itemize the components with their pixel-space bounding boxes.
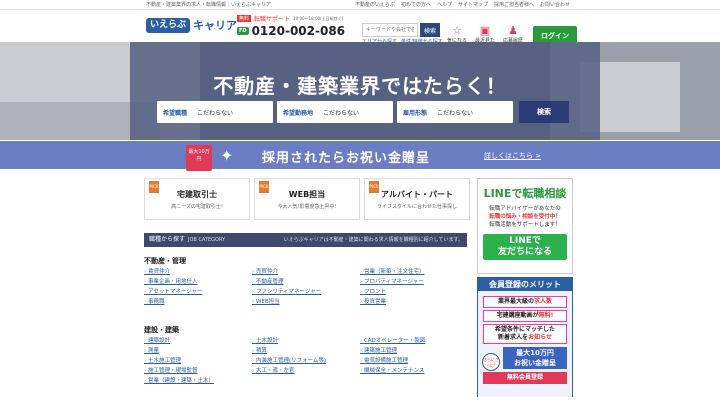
logo[interactable]: いえらぶ キャリア	[146, 17, 237, 33]
support-tel[interactable]: 0120-002-086	[252, 24, 345, 38]
hero-title: 不動産・建築業界ではたらく！	[213, 74, 507, 98]
job-link[interactable]: 土木設計	[252, 336, 360, 344]
search-input[interactable]	[362, 23, 418, 37]
header: いえらぶ キャリア 無料 転職サポート 10:00〜18:00(土日祝除く) FD 0…	[0, 10, 720, 51]
job-link[interactable]: 営業（建設・建築・土木）	[144, 376, 252, 384]
top-link-first[interactable]: 初めての方へ	[401, 0, 431, 10]
job-link[interactable]: ファシリティマネージャー	[252, 287, 360, 295]
top-link-help[interactable]: ヘルプ	[437, 0, 452, 10]
bonus-text: 採用されたらお祝い金贈呈	[262, 151, 431, 166]
star-icon: ☆	[452, 24, 462, 37]
construction-job-list: 建築設計土木設計CADオペレーター・製図測量積算建築施工管理土木施工管理内装施工…	[144, 336, 468, 384]
member-merit-box: 会員登録のメリット 業界最大級の求人数 宅建講座動画が無料! 希望条件にマッチし…	[477, 277, 573, 397]
top-link-recruiter[interactable]: 採用ご担当者様へ	[494, 0, 534, 10]
merit-title: 会員登録のメリット	[478, 278, 572, 291]
job-link[interactable]: 投資営業	[360, 297, 468, 305]
person-icon: ♟	[508, 24, 518, 37]
history-icon: ▣	[479, 24, 491, 37]
category-construction: 建設・建築	[144, 326, 179, 334]
pick-card-parttime[interactable]: PICK アルバイト・パート ライフスタイルに合わせた仕事探し	[364, 178, 470, 220]
search-button[interactable]: 検索	[420, 23, 440, 37]
job-category-heading: 職種から探す JOB CATEGORY いえらぶキャリアは不動産・建築に関わる求人情…	[144, 233, 467, 247]
job-link[interactable]: 事務職	[144, 297, 252, 305]
logo-text: キャリア	[193, 19, 238, 32]
job-link[interactable]: 売買仲介	[252, 267, 360, 275]
support-badge: 無料	[237, 15, 252, 22]
job-link[interactable]: 施工管理・現場監督	[144, 366, 252, 374]
job-link[interactable]: 土木施工管理	[144, 356, 252, 364]
category-realestate: 不動産・管理	[144, 257, 186, 265]
job-link[interactable]: 大工・鳶・左官	[252, 366, 360, 374]
top-link-ielove[interactable]: 不動産のいえらぶ	[355, 0, 395, 10]
job-link[interactable]: WEB担当	[252, 297, 360, 305]
gift-icon: ✦	[220, 146, 234, 165]
job-link[interactable]: 電気設備施工管理	[360, 356, 468, 364]
job-link[interactable]: 建築施工管理	[360, 346, 468, 354]
line-title: LINEで転職相談	[483, 187, 567, 200]
job-link[interactable]: 建築設計	[144, 336, 252, 344]
freedial-icon: FD	[237, 27, 249, 35]
bonus-link[interactable]: 詳しくはこちら >	[484, 151, 541, 161]
hero-search-button[interactable]: 検索	[519, 101, 569, 123]
job-link[interactable]: 積算	[252, 346, 360, 354]
top-links: 不動産のいえらぶ 初めての方へ ヘルプ サイトマップ 採用ご担当者様へ お問い合…	[355, 0, 570, 10]
support-hours: 10:00〜18:00(土日祝除く)	[293, 15, 344, 21]
support-label: 転職サポート	[254, 16, 291, 23]
sarani-badge: さらにさらに!	[482, 353, 500, 371]
pick-card-web[interactable]: PICK WEB担当 今大人気!影響度急上昇中!	[254, 178, 360, 220]
job-type-select[interactable]: 希望職種 こだわらない	[157, 101, 273, 123]
job-link[interactable]: 営業（新築・注文住宅）	[360, 267, 468, 275]
job-link[interactable]: フロント	[360, 287, 468, 295]
location-select[interactable]: 希望勤務地 こだわらない	[277, 101, 393, 123]
top-link-contact[interactable]: お問い合わせ	[540, 0, 570, 10]
bonus-tag: 最大10万円	[186, 145, 212, 171]
pick-cards: PICK 宅建取引士 高ニーズの宅建取引士! PICK WEB担当 今大人気!影響度急上…	[144, 178, 470, 220]
job-link[interactable]: 測量	[144, 346, 252, 354]
topbar: 不動産・建築業界の求人・転職情報｜いえらぶキャリア 不動産のいえらぶ 初めての方…	[0, 0, 720, 10]
header-search: 検索	[362, 23, 440, 37]
job-link[interactable]: プロパティマネージャー	[360, 277, 468, 285]
job-link[interactable]: 機械保全・メンテナンス	[360, 366, 468, 374]
job-link[interactable]: CADオペレーター・製図	[360, 336, 468, 344]
hero: 不動産・建築業界ではたらく！ 希望職種 こだわらない 希望勤務地 こだわらない 雇用…	[0, 42, 720, 140]
pick-card-takken[interactable]: PICK 宅建取引士 高ニーズの宅建取引士!	[144, 178, 250, 220]
job-link[interactable]: 事業企画・用地仕入	[144, 277, 252, 285]
job-link[interactable]: 不動産管理	[252, 277, 360, 285]
support: 無料 転職サポート 10:00〜18:00(土日祝除く) FD 0120-002-08…	[237, 14, 345, 38]
register-button[interactable]: 無料会員登録	[483, 372, 567, 384]
job-link[interactable]: 内装施工管理(リフォーム等)	[252, 356, 360, 364]
logo-box: いえらぶ	[146, 17, 191, 33]
tagline: 不動産・建築業界の求人・転職情報｜いえらぶキャリア	[146, 2, 272, 8]
job-link[interactable]: 賃貸仲介	[144, 267, 252, 275]
bonus-banner[interactable]: 最大10万円 ✦ 採用されたらお祝い金贈呈 詳しくはこちら >	[0, 141, 720, 171]
employment-select[interactable]: 雇用形態 こだわらない	[397, 101, 513, 123]
top-link-sitemap[interactable]: サイトマップ	[458, 0, 488, 10]
line-consult-box: LINEで転職相談 転職アドバイザーがあなたの 転職の悩み・相談を受付中！ 転職活動…	[477, 178, 573, 274]
realestate-job-list: 賃貸仲介売買仲介営業（新築・注文住宅） 事業企画・用地仕入不動産管理プロパティマネ…	[144, 267, 468, 305]
line-add-friend-button[interactable]: LINEで 友だちになる	[483, 234, 567, 260]
job-link[interactable]: アセットマネージャー	[144, 287, 252, 295]
